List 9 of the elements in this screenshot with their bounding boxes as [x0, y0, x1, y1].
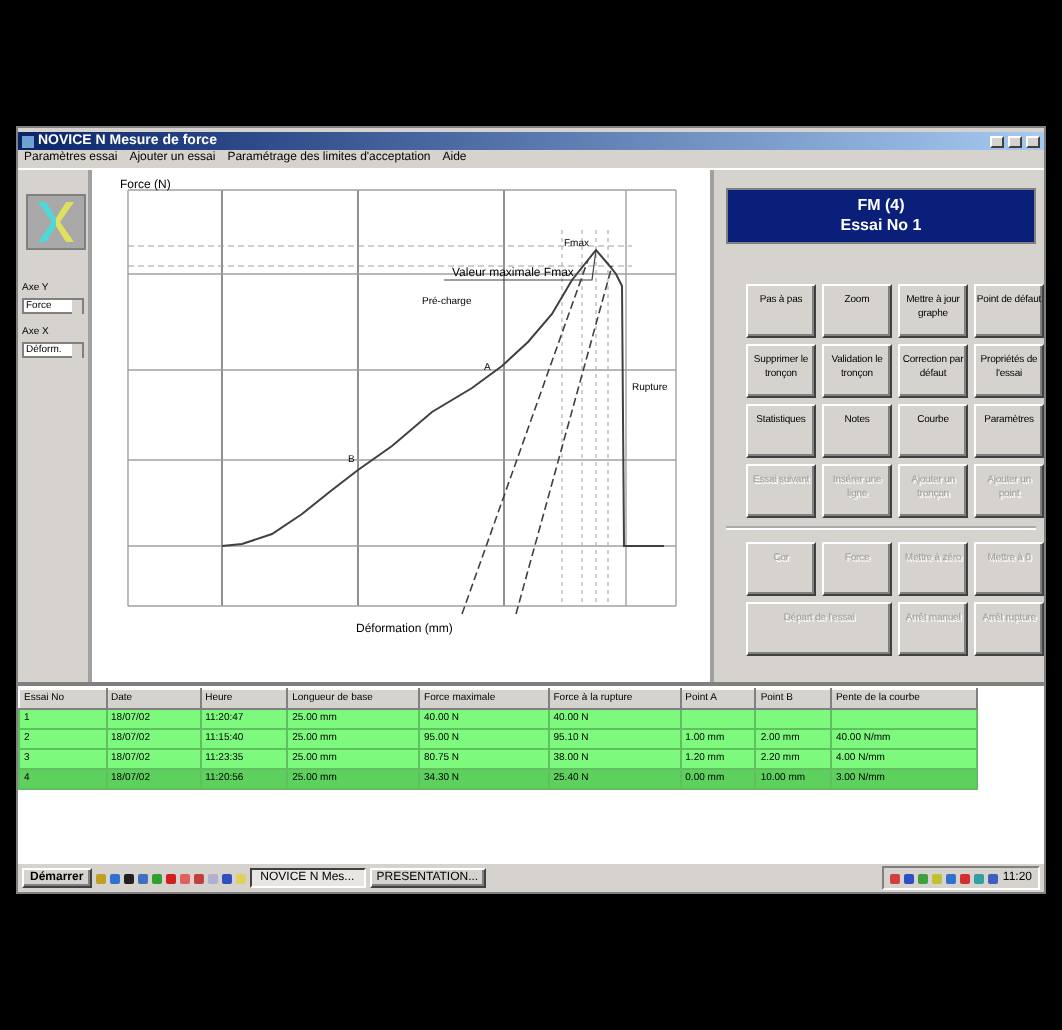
app-icon — [22, 135, 34, 147]
minimize-button[interactable] — [990, 135, 1004, 147]
close-button[interactable] — [1026, 135, 1040, 147]
spin-icon — [72, 299, 82, 313]
logo-icon — [26, 194, 86, 250]
maximize-button[interactable] — [1008, 135, 1022, 147]
header-subtitle: Essai No 1 — [838, 216, 924, 236]
spin-icon — [72, 343, 82, 357]
header-title: FM (4) — [855, 196, 907, 216]
